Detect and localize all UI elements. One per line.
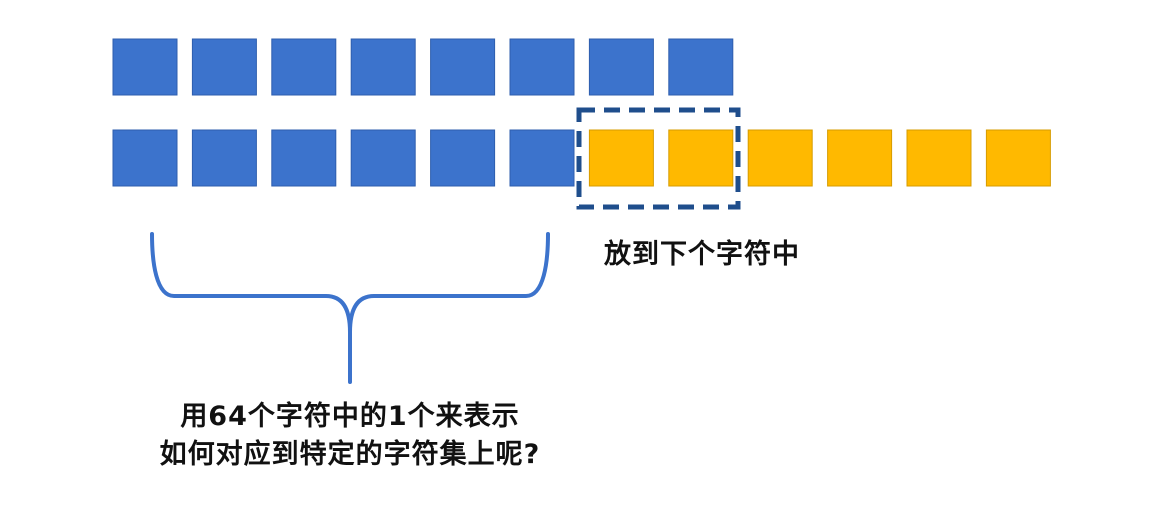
top-row-blue-bit bbox=[350, 38, 416, 96]
top-row-blue-bit bbox=[668, 38, 734, 96]
caption-line-1: 用64个字符中的1个来表示 bbox=[180, 401, 520, 432]
bottom-row-bits bbox=[112, 129, 1051, 187]
bottom-row-yellow-bit bbox=[827, 129, 893, 187]
bottom-row-yellow-bit bbox=[747, 129, 813, 187]
top-row-blue-bit bbox=[112, 38, 178, 96]
top-row-bits bbox=[112, 38, 734, 96]
bottom-row-blue-bit bbox=[271, 129, 337, 187]
bottom-row-blue-bit bbox=[112, 129, 178, 187]
bottom-row-yellow-bit bbox=[668, 129, 734, 187]
top-row-blue-bit bbox=[191, 38, 257, 96]
caption-line-2: 如何对应到特定的字符集上呢? bbox=[159, 439, 541, 470]
bottom-row-yellow-bit bbox=[985, 129, 1051, 187]
caption: 用64个字符中的1个来表示 如何对应到特定的字符集上呢? bbox=[100, 398, 600, 474]
top-row-blue-bit bbox=[509, 38, 575, 96]
top-row-blue-bit bbox=[271, 38, 337, 96]
bottom-row-yellow-bit bbox=[588, 129, 654, 187]
curly-brace bbox=[150, 232, 550, 384]
bottom-row-blue-bit bbox=[350, 129, 416, 187]
bottom-row-yellow-bit bbox=[906, 129, 972, 187]
carry-over-label: 放到下个字符中 bbox=[604, 239, 800, 270]
bottom-row-blue-bit bbox=[430, 129, 496, 187]
bottom-row-blue-bit bbox=[191, 129, 257, 187]
bottom-row-blue-bit bbox=[509, 129, 575, 187]
top-row-blue-bit bbox=[430, 38, 496, 96]
top-row-blue-bit bbox=[588, 38, 654, 96]
